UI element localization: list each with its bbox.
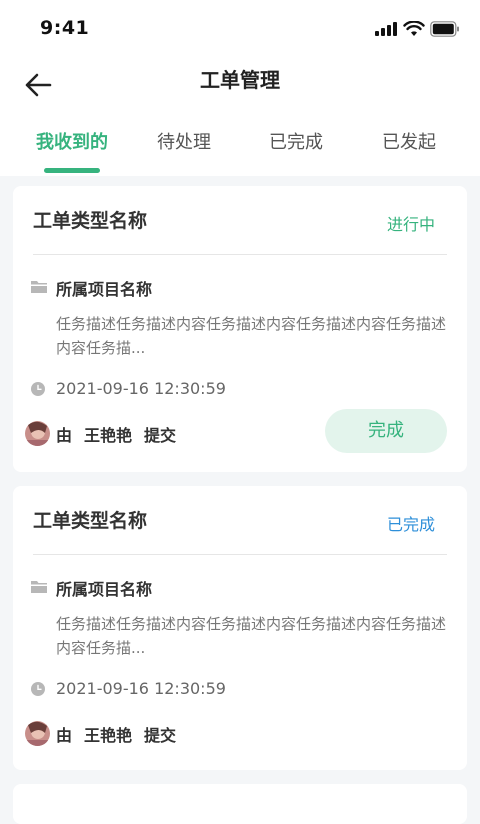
submitter-name: 王艳艳 <box>84 426 133 445</box>
clock-icon <box>31 382 45 396</box>
folder-icon <box>31 581 47 593</box>
divider <box>33 254 447 255</box>
tab-received[interactable]: 我收到的 <box>12 128 132 154</box>
submit-datetime: 2021-09-16 12:30:59 <box>56 379 226 398</box>
submitter-name: 王艳艳 <box>84 726 133 745</box>
page-title: 工单管理 <box>200 68 280 92</box>
status-badge: 进行中 <box>386 215 435 234</box>
cellular-signal-icon <box>375 22 397 36</box>
status-time: 9:41 <box>40 17 90 39</box>
submit-datetime: 2021-09-16 12:30:59 <box>56 679 226 698</box>
ticket-card[interactable]: 工单类型名称 进行中 所属项目名称 任务描述任务描述内容任务描述内容任务描述内容… <box>13 186 467 472</box>
top-bar: 9:41 工单管理 我收到的 待处理 已完成 已发起 <box>0 0 480 176</box>
tab-completed[interactable]: 已完成 <box>236 128 356 154</box>
status-badge: 已完成 <box>386 515 435 534</box>
divider <box>33 554 447 555</box>
status-bar: 9:41 <box>0 0 480 58</box>
submitted-by: 由王艳艳 提交 <box>56 426 177 445</box>
submitted-by: 由王艳艳 提交 <box>56 726 177 745</box>
task-description: 任务描述任务描述内容任务描述内容任务描述内容任务描述内容任务描... <box>56 615 447 657</box>
project-name: 所属项目名称 <box>56 580 153 599</box>
complete-button[interactable]: 完成 <box>325 409 447 453</box>
avatar <box>25 721 50 746</box>
ticket-type-name: 工单类型名称 <box>33 510 148 532</box>
ticket-type-name: 工单类型名称 <box>33 210 148 232</box>
battery-icon <box>430 21 459 37</box>
tab-indicator <box>44 168 100 173</box>
ticket-card[interactable] <box>13 784 467 824</box>
clock-icon <box>31 682 45 696</box>
wifi-icon <box>403 21 425 36</box>
tab-bar: 我收到的 待处理 已完成 已发起 <box>0 124 480 176</box>
tab-pending[interactable]: 待处理 <box>124 128 244 154</box>
task-description: 任务描述任务描述内容任务描述内容任务描述内容任务描述内容任务描... <box>56 315 447 357</box>
ticket-card[interactable]: 工单类型名称 已完成 所属项目名称 任务描述任务描述内容任务描述内容任务描述内容… <box>13 486 467 770</box>
project-name: 所属项目名称 <box>56 280 153 299</box>
folder-icon <box>31 281 47 293</box>
avatar <box>25 421 50 446</box>
tab-initiated[interactable]: 已发起 <box>349 128 469 154</box>
